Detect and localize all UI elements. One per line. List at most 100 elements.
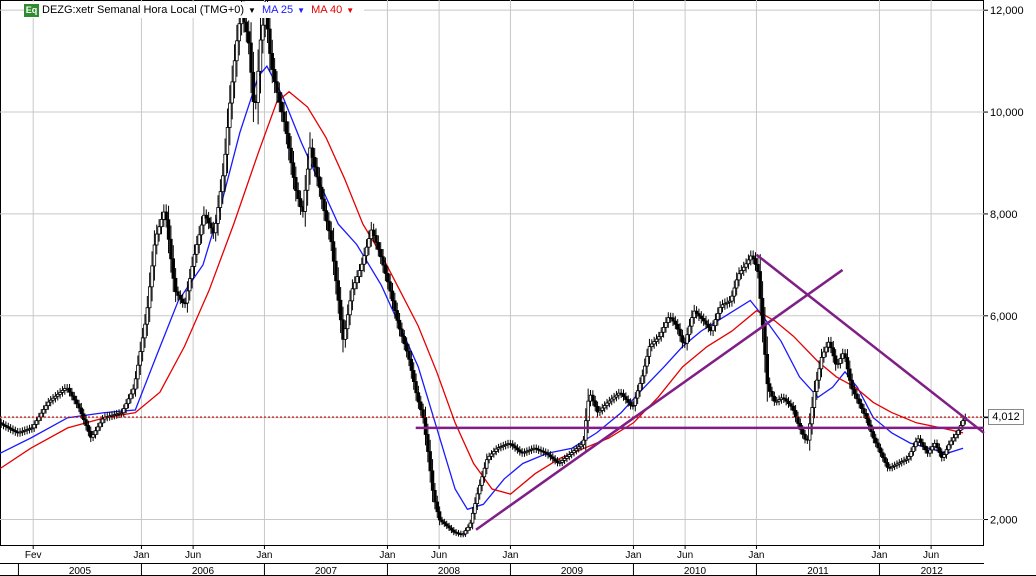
year-tick-label: 2006 bbox=[192, 566, 215, 576]
candle-body bbox=[581, 439, 586, 446]
candle-body bbox=[718, 306, 722, 314]
chevron-down-icon[interactable]: ▼ bbox=[297, 6, 305, 15]
candle-body bbox=[355, 276, 359, 284]
candle-body bbox=[197, 234, 201, 245]
year-tick-label: 2008 bbox=[438, 566, 461, 576]
candle-body bbox=[155, 233, 159, 246]
candle-body bbox=[204, 214, 208, 219]
candle-body bbox=[772, 395, 777, 402]
candle-body bbox=[41, 409, 46, 414]
candle-body bbox=[593, 400, 597, 407]
candle-body bbox=[645, 355, 649, 367]
candle-body bbox=[67, 387, 72, 393]
candle-body bbox=[930, 446, 935, 451]
candle-body bbox=[659, 331, 663, 338]
y-tick-label: 2,000 bbox=[990, 515, 1018, 527]
price-candles bbox=[0, 0, 968, 538]
candle-body bbox=[329, 230, 333, 243]
candle-body bbox=[143, 323, 147, 339]
candle-body bbox=[956, 429, 960, 435]
candle-body bbox=[221, 175, 225, 193]
series-line-ma40 bbox=[0, 90, 964, 495]
candle-body bbox=[79, 407, 84, 415]
candle-body bbox=[218, 191, 223, 208]
candle-body bbox=[819, 356, 824, 370]
candle-body bbox=[298, 198, 303, 208]
candle-body bbox=[746, 259, 751, 265]
candle-body bbox=[336, 280, 340, 301]
y-tick-label: 12,000 bbox=[990, 5, 1024, 17]
axes: 2,0004,0006,0008,00010,00012,000FevJanJu… bbox=[0, 5, 1036, 576]
candle-body bbox=[685, 334, 689, 344]
candle-body bbox=[237, 23, 241, 42]
candle-body bbox=[468, 522, 472, 528]
candle-body bbox=[911, 446, 916, 452]
candle-body bbox=[346, 314, 350, 330]
candle-body bbox=[74, 399, 79, 405]
candle-body bbox=[643, 365, 647, 377]
candle-body bbox=[327, 220, 331, 232]
candle-body bbox=[414, 381, 418, 394]
candle-body bbox=[907, 456, 911, 460]
y-tick-label: 6,000 bbox=[990, 311, 1018, 323]
candle-body bbox=[435, 501, 439, 513]
candle-body bbox=[921, 442, 925, 447]
candle-body bbox=[744, 263, 748, 268]
ma40-legend[interactable]: MA 40 bbox=[311, 4, 342, 16]
candle-body bbox=[320, 186, 324, 200]
candle-body bbox=[470, 512, 475, 524]
candle-body bbox=[935, 442, 939, 449]
candle-body bbox=[277, 92, 282, 103]
candle-body bbox=[268, 28, 272, 54]
candle-body bbox=[303, 189, 307, 212]
month-tick-label: Jun bbox=[923, 550, 939, 561]
candle-body bbox=[416, 392, 421, 403]
candle-body bbox=[633, 397, 637, 406]
candle-body bbox=[862, 408, 866, 414]
candle-body bbox=[848, 368, 852, 381]
candle-body bbox=[138, 351, 142, 366]
chevron-down-icon[interactable]: ▼ bbox=[346, 6, 354, 15]
candle-body bbox=[244, 21, 249, 33]
month-tick-label: Jan bbox=[871, 550, 887, 561]
candle-body bbox=[739, 270, 744, 275]
candle-body bbox=[951, 437, 956, 442]
candle-body bbox=[942, 454, 946, 458]
candle-body bbox=[192, 253, 197, 267]
candle-body bbox=[713, 319, 718, 327]
candle-body bbox=[857, 398, 861, 405]
candle-body bbox=[947, 444, 951, 451]
ma25-legend[interactable]: MA 25 bbox=[262, 4, 293, 16]
candle-body bbox=[829, 341, 833, 349]
candle-body bbox=[638, 383, 642, 392]
candle-body bbox=[176, 291, 180, 296]
candle-body bbox=[404, 343, 409, 352]
candle-body bbox=[180, 298, 185, 304]
candle-body bbox=[961, 420, 965, 426]
candle-body bbox=[635, 390, 640, 399]
candle-body bbox=[423, 417, 428, 435]
candle-body bbox=[376, 242, 381, 250]
candle-body bbox=[885, 462, 890, 468]
candle-body bbox=[386, 273, 390, 283]
month-tick-label: Jan bbox=[502, 550, 518, 561]
candle-body bbox=[765, 354, 769, 385]
candle-body bbox=[357, 270, 362, 278]
candle-body bbox=[331, 241, 336, 262]
chevron-down-icon[interactable]: ▼ bbox=[248, 6, 256, 15]
candle-body bbox=[353, 282, 357, 290]
candle-body bbox=[808, 423, 812, 441]
candle-body bbox=[478, 484, 482, 495]
candle-body bbox=[843, 353, 847, 358]
candle-body bbox=[350, 288, 355, 302]
candle-body bbox=[287, 133, 291, 149]
candle-body bbox=[734, 279, 739, 289]
candle-body bbox=[334, 260, 338, 282]
month-tick-label: Jun bbox=[431, 550, 447, 561]
candle-body bbox=[400, 328, 404, 337]
candle-body bbox=[742, 266, 746, 271]
candle-body bbox=[716, 313, 720, 320]
candle-body bbox=[730, 295, 734, 302]
candle-body bbox=[343, 328, 348, 340]
candle-body bbox=[874, 437, 878, 444]
